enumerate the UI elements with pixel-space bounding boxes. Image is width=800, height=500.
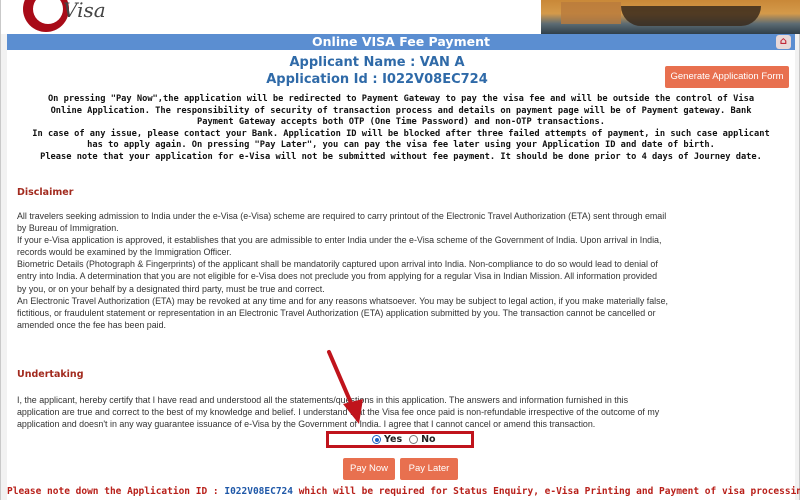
footer-note: Please note down the Application ID : I0… [7,486,800,497]
no-label[interactable]: No [421,434,435,445]
banner-boat-image [621,6,761,26]
agreement-radio-group: Yes No [372,434,436,445]
generate-application-form-button[interactable]: Generate Application Form [665,66,789,88]
undertaking-line: I, the applicant, hereby certify that I … [17,395,629,405]
visa-fee-page: Visa Online VISA Fee Payment ⌂ Applicant… [0,0,800,500]
applicant-name: Applicant Name : VAN A [289,55,465,70]
payment-notice: On pressing "Pay Now",the application wi… [11,94,791,163]
disclaimer-text: All travelers seeking admission to India… [17,210,787,331]
notice-line: Online Application. The responsibility o… [50,105,752,116]
banner-palace-image [561,2,621,24]
page-title: Online VISA Fee Payment [312,34,490,49]
application-id: Application Id : I022V08EC724 [266,72,488,87]
footer-suffix: which will be required for Status Enquir… [292,486,800,497]
notice-line: In case of any issue, please contact you… [32,128,770,139]
disclaimer-line: amended once the fee has been paid. [17,319,167,330]
notice-line: On pressing "Pay Now",the application wi… [47,94,755,104]
page-title-bar: Online VISA Fee Payment ⌂ [7,34,795,50]
undertaking-title: Undertaking [17,369,84,380]
disclaimer-line: records would be examined by the Immigra… [17,247,232,258]
footer-prefix: Please note down the Application ID : [7,486,225,497]
undertaking-text: I, the applicant, hereby certify that I … [17,394,787,430]
disclaimer-line: by you, or on your behalf by a designate… [17,283,325,294]
undertaking-line: application are true and correct to the … [17,407,660,418]
disclaimer-line: entry into India. A determination that y… [17,271,658,282]
logo-text: Visa [63,0,106,22]
notice-line: Payment Gateway accepts both OTP (One Ti… [197,117,605,127]
pay-now-button[interactable]: Pay Now [343,458,395,480]
site-banner: Visa [1,0,800,34]
disclaimer-line: If your e-Visa application is approved, … [17,235,662,246]
yes-radio[interactable] [372,435,381,444]
notice-line: Please note that your application for e-… [40,151,762,162]
no-radio[interactable] [409,435,419,444]
footer-application-id: I022V08EC724 [224,486,293,497]
main-content: Applicant Name : VAN A Application Id : … [7,50,800,500]
disclaimer-line: An Electronic Travel Authorization (ETA)… [17,295,668,306]
yes-label[interactable]: Yes [384,434,402,445]
disclaimer-line: All travelers seeking admission to India… [17,211,667,221]
disclaimer-line: Biometric Details (Photograph & Fingerpr… [17,259,658,270]
notice-line: has to apply again. On pressing "Pay Lat… [87,140,715,150]
disclaimer-line: fictitious, or fraudulent statement or r… [17,307,656,318]
undertaking-line: application and doesn't in any way guara… [17,419,596,430]
disclaimer-line: by Bureau of Immigration. [17,223,119,234]
pay-later-button[interactable]: Pay Later [400,458,458,480]
home-icon[interactable]: ⌂ [776,35,791,49]
disclaimer-title: Disclaimer [17,187,74,198]
